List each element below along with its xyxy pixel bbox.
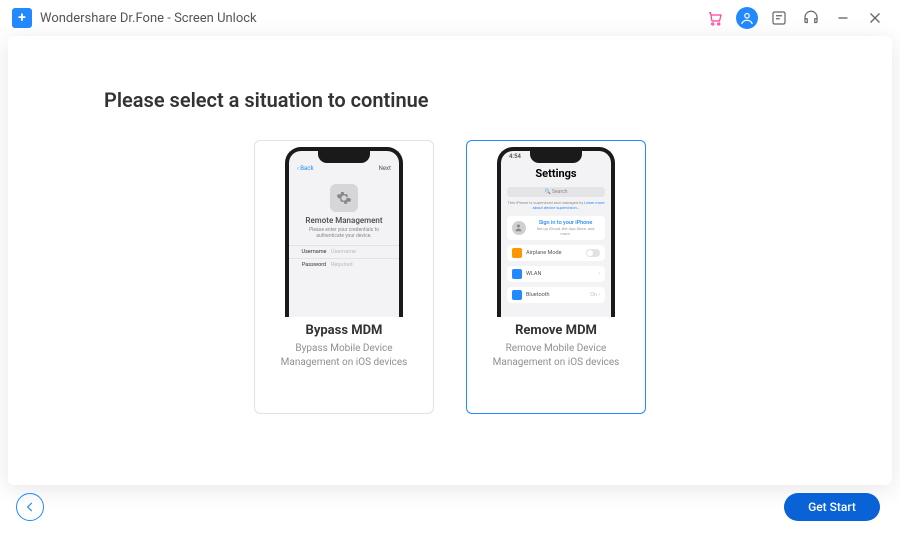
back-button[interactable] [16, 493, 44, 521]
phone-time: 4:54 [509, 153, 521, 160]
phone-next-label: Next [379, 165, 391, 172]
card-desc: Remove Mobile Device Management on iOS d… [467, 338, 645, 369]
cart-icon[interactable] [704, 7, 726, 29]
settings-item-airplane: Airplane Mode [507, 245, 605, 261]
settings-item-wlan: WLAN › [507, 266, 605, 282]
phone-back-label: ‹ Back [297, 165, 313, 172]
chevron-right-icon: › [598, 271, 600, 277]
app-logo-icon: + [12, 8, 32, 28]
airplane-icon [512, 248, 522, 258]
gear-icon [330, 184, 358, 212]
titlebar: + Wondershare Dr.Fone - Screen Unlock [0, 0, 900, 36]
close-icon[interactable] [864, 7, 886, 29]
user-icon[interactable] [736, 7, 758, 29]
toggle-icon [586, 249, 600, 257]
signin-cell: Sign in to your iPhone Set up iCloud, th… [507, 216, 605, 240]
rm-row-username: Username Username [289, 245, 399, 258]
get-start-button[interactable]: Get Start [784, 493, 880, 521]
settings-search: 🔍 Search [507, 187, 605, 197]
supervision-notice: This iPhone is supervised and managed by… [507, 201, 605, 211]
feedback-icon[interactable] [768, 7, 790, 29]
support-icon[interactable] [800, 7, 822, 29]
settings-title: Settings [509, 167, 603, 180]
page-heading: Please select a situation to continue [104, 88, 429, 112]
option-cards: ‹ Back Next Remote Management Please ent… [0, 140, 900, 414]
minimize-icon[interactable] [832, 7, 854, 29]
rm-row-password: Password Required [289, 258, 399, 271]
wifi-icon [512, 269, 522, 279]
card-title: Bypass MDM [255, 323, 433, 338]
card-remove-mdm[interactable]: 4:54 Settings 🔍 Search This iPhone is su… [466, 140, 646, 414]
avatar-icon [512, 221, 526, 235]
bluetooth-icon [512, 290, 522, 300]
phone-mock-bypass: ‹ Back Next Remote Management Please ent… [285, 147, 403, 317]
window-title: Wondershare Dr.Fone - Screen Unlock [40, 11, 257, 26]
settings-item-bluetooth: Bluetooth On › [507, 287, 605, 303]
card-bypass-mdm[interactable]: ‹ Back Next Remote Management Please ent… [254, 140, 434, 414]
rm-subtitle: Please enter your credentials to authent… [289, 225, 399, 245]
rm-title: Remote Management [289, 216, 399, 225]
phone-mock-remove: 4:54 Settings 🔍 Search This iPhone is su… [497, 147, 615, 317]
chevron-right-icon: On › [590, 292, 600, 298]
card-desc: Bypass Mobile Device Management on iOS d… [255, 338, 433, 369]
card-title: Remove MDM [467, 323, 645, 338]
